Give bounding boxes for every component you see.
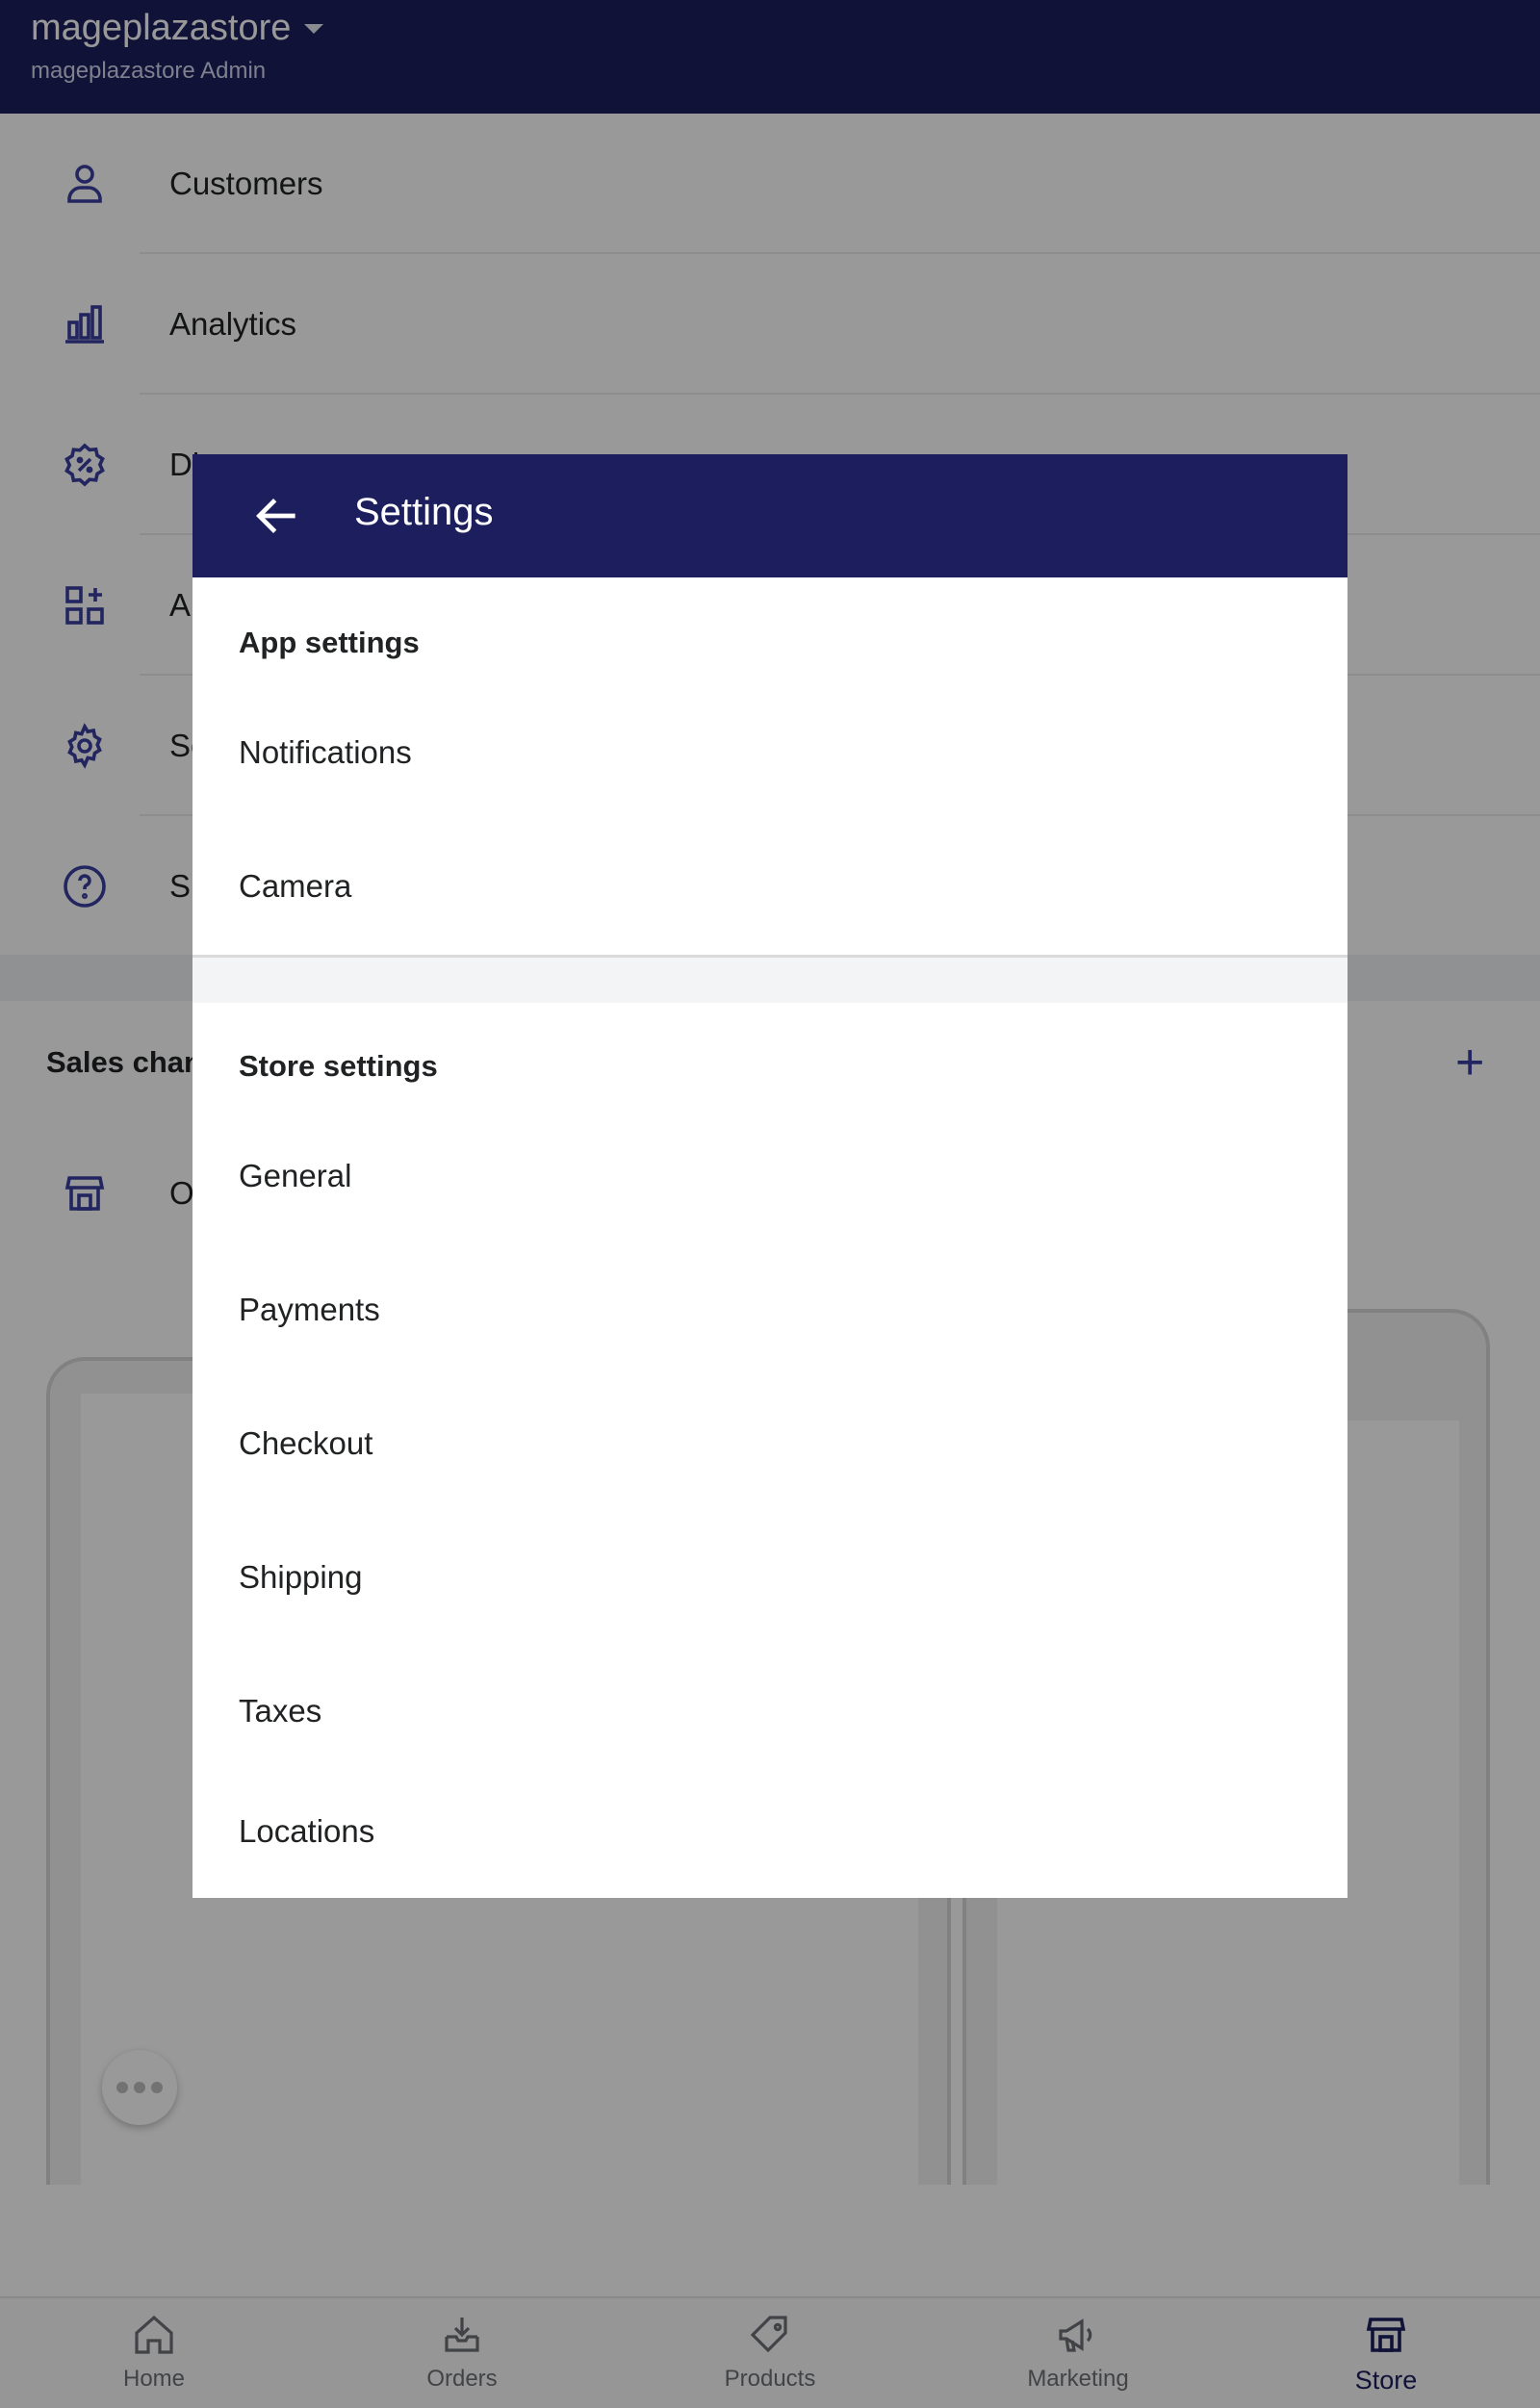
settings-item-notifications[interactable]: Notifications bbox=[192, 685, 1348, 819]
settings-item-taxes[interactable]: Taxes bbox=[192, 1644, 1348, 1778]
settings-item-label: Shipping bbox=[239, 1558, 363, 1595]
settings-item-label: Taxes bbox=[239, 1692, 322, 1729]
settings-item-label: Checkout bbox=[239, 1424, 373, 1461]
dialog-title: Settings bbox=[354, 491, 494, 533]
settings-item-label: General bbox=[239, 1157, 352, 1193]
store-settings-heading: Store settings bbox=[239, 1049, 438, 1083]
settings-item-checkout[interactable]: Checkout bbox=[192, 1376, 1348, 1510]
settings-item-payments[interactable]: Payments bbox=[192, 1242, 1348, 1376]
settings-item-shipping[interactable]: Shipping bbox=[192, 1510, 1348, 1644]
settings-dialog: Settings App settings Notifications Came… bbox=[192, 454, 1348, 1898]
settings-item-locations[interactable]: Locations bbox=[192, 1764, 1348, 1898]
settings-item-label: Camera bbox=[239, 867, 352, 904]
app-settings-heading: App settings bbox=[239, 626, 420, 659]
settings-section-divider bbox=[192, 955, 1348, 1003]
settings-item-label: Payments bbox=[239, 1291, 380, 1327]
settings-item-label: Locations bbox=[239, 1812, 375, 1849]
settings-item-camera[interactable]: Camera bbox=[192, 819, 1348, 953]
back-arrow-icon[interactable] bbox=[250, 489, 304, 543]
settings-item-general[interactable]: General bbox=[192, 1109, 1348, 1242]
settings-item-label: Notifications bbox=[239, 733, 412, 770]
dialog-header: Settings bbox=[192, 454, 1348, 577]
